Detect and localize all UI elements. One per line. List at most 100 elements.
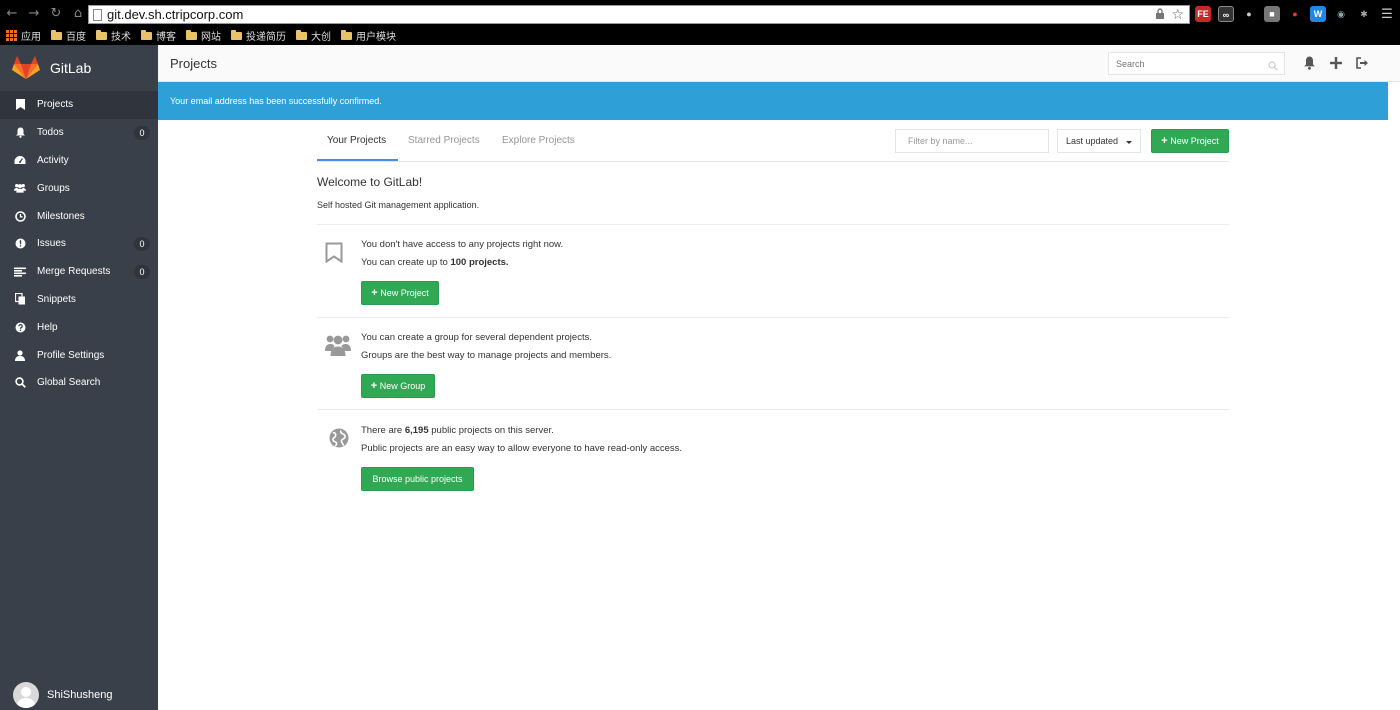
search-icon[interactable]	[1268, 58, 1278, 76]
bookmark-icon	[14, 99, 26, 111]
public-count-value: 6,195	[404, 425, 429, 436]
sidebar-item-global-search[interactable]: Global Search	[0, 369, 158, 397]
extension-pin-icon[interactable]: ●	[1287, 6, 1303, 22]
header-actions	[1303, 56, 1369, 75]
extension-fe-label: FE	[1197, 9, 1209, 19]
bookmark-apps[interactable]: 应用	[6, 28, 41, 43]
sidebar-item-label: Profile Settings	[37, 349, 105, 361]
exclamation-circle-icon	[14, 238, 26, 250]
extension-lightbulb-icon[interactable]: ●	[1241, 6, 1257, 22]
back-icon[interactable]: ←	[4, 6, 20, 22]
search-box[interactable]	[1108, 52, 1285, 75]
forward-icon[interactable]: →	[26, 6, 42, 22]
divider	[317, 409, 1229, 410]
sidebar-item-profile-settings[interactable]: Profile Settings	[0, 341, 158, 369]
public-info-line1: There are 6,195 public projects on this …	[361, 422, 682, 440]
notifications-bell-icon[interactable]	[1303, 56, 1316, 75]
sidebar-item-help[interactable]: Help	[0, 313, 158, 341]
sidebar-item-label: Global Search	[37, 377, 101, 389]
sidebar-item-milestones[interactable]: Milestones	[0, 202, 158, 230]
avatar[interactable]	[13, 682, 39, 708]
bookmark-label: 百度	[66, 32, 86, 43]
extension-fe-icon[interactable]: FE	[1195, 6, 1211, 22]
lock-icon[interactable]	[1155, 8, 1165, 23]
page-icon	[93, 9, 102, 21]
plus-icon[interactable]	[1330, 56, 1342, 75]
user-icon	[14, 349, 26, 361]
bookmark-folder[interactable]: 投递简历	[231, 28, 286, 43]
groups-info-line1: You can create a group for several depen…	[361, 332, 592, 343]
sidebar-item-projects[interactable]: Projects	[0, 91, 158, 119]
divider	[317, 224, 1229, 225]
public-count-suffix: public projects on this server.	[428, 425, 554, 436]
browse-public-projects-button[interactable]: Browse public projects	[361, 467, 474, 491]
tab-your-projects[interactable]: Your Projects	[327, 135, 386, 146]
sidebar-item-snippets[interactable]: Snippets	[0, 286, 158, 314]
bookmarks-bar: 应用 百度 技术 博客 网站 投递简历 大创 用户模块	[0, 27, 400, 44]
question-circle-icon	[14, 321, 26, 333]
sidebar-item-label: Snippets	[37, 293, 76, 305]
projects-empty-text: You don't have access to any projects ri…	[361, 236, 563, 272]
page-title: Projects	[170, 56, 217, 71]
new-group-button[interactable]: + New Group	[361, 374, 435, 398]
folder-icon	[96, 29, 107, 40]
sidebar-item-groups[interactable]: Groups	[0, 174, 158, 202]
folder-icon	[296, 29, 307, 40]
sidebar-item-label: Groups	[37, 182, 70, 194]
bookmark-folder[interactable]: 博客	[141, 28, 176, 43]
folder-icon	[231, 29, 242, 40]
extension-puzzle-icon[interactable]: ✱	[1356, 6, 1372, 22]
projects-limit-prefix: You can create up to	[361, 257, 451, 268]
home-icon[interactable]: ⌂	[70, 6, 86, 22]
reload-icon[interactable]: ↻	[48, 6, 64, 22]
new-project-button-label: New Project	[1170, 136, 1219, 146]
sidebar: GitLab Projects Todos 0 Activity Groups …	[0, 45, 158, 710]
groups-info-text: You can create a group for several depen…	[361, 329, 611, 365]
top-header: Projects	[158, 45, 1400, 82]
brand-name: GitLab	[50, 60, 92, 76]
sort-dropdown-label: Last updated	[1066, 136, 1119, 146]
bookmark-folder[interactable]: 百度	[51, 28, 86, 43]
sidebar-item-todos[interactable]: Todos 0	[0, 119, 158, 147]
tab-starred-projects[interactable]: Starred Projects	[408, 135, 480, 146]
sidebar-item-activity[interactable]: Activity	[0, 147, 158, 175]
public-info-line2: Public projects are an easy way to allow…	[361, 443, 683, 454]
sidebar-item-label: Issues	[37, 238, 66, 250]
bookmark-folder[interactable]: 用户模块	[341, 28, 396, 43]
browser-menu-icon[interactable]: ☰	[1379, 6, 1395, 22]
folder-icon	[186, 29, 197, 40]
user-name: ShiShusheng	[47, 689, 113, 701]
apps-grid-icon	[6, 30, 17, 41]
new-project-button[interactable]: + New Project	[1151, 129, 1229, 153]
sort-dropdown[interactable]: Last updated	[1057, 129, 1141, 153]
brand[interactable]: GitLab	[0, 45, 158, 91]
groups-info-line2: Groups are the best way to manage projec…	[361, 350, 612, 361]
extension-glasses-icon[interactable]: ∞	[1218, 6, 1234, 22]
sidebar-nav: Projects Todos 0 Activity Groups Milesto…	[0, 91, 158, 397]
url-text[interactable]: git.dev.sh.ctripcorp.com	[107, 7, 243, 22]
welcome-title: Welcome to GitLab!	[317, 175, 423, 189]
extension-image-icon[interactable]: ■	[1264, 6, 1280, 22]
public-info-text: There are 6,195 public projects on this …	[361, 422, 682, 458]
clock-icon	[14, 210, 26, 222]
extension-circle-icon[interactable]: ◉	[1333, 6, 1349, 22]
user-profile[interactable]: ShiShusheng	[13, 682, 112, 708]
bookmark-star-icon[interactable]: ☆	[1171, 6, 1184, 23]
sign-out-icon[interactable]	[1356, 56, 1369, 75]
list-icon	[14, 266, 26, 278]
new-project-block-button[interactable]: + New Project	[361, 281, 439, 305]
sidebar-item-issues[interactable]: Issues 0	[0, 230, 158, 258]
main-content: Your Projects Starred Projects Explore P…	[317, 120, 1229, 491]
extension-w-icon[interactable]: W	[1310, 6, 1326, 22]
bookmark-folder[interactable]: 技术	[96, 28, 131, 43]
tab-explore-projects[interactable]: Explore Projects	[502, 135, 575, 146]
search-input[interactable]	[1109, 53, 1259, 74]
bookmark-folder[interactable]: 网站	[186, 28, 221, 43]
bookmark-label: 技术	[111, 32, 131, 43]
address-bar[interactable]: git.dev.sh.ctripcorp.com ☆	[88, 5, 1190, 24]
filter-input[interactable]: Filter by name...	[895, 129, 1049, 153]
bookmark-folder[interactable]: 大创	[296, 28, 331, 43]
sidebar-item-merge-requests[interactable]: Merge Requests 0	[0, 258, 158, 286]
plus-icon: +	[370, 380, 378, 392]
users-icon	[325, 334, 351, 361]
